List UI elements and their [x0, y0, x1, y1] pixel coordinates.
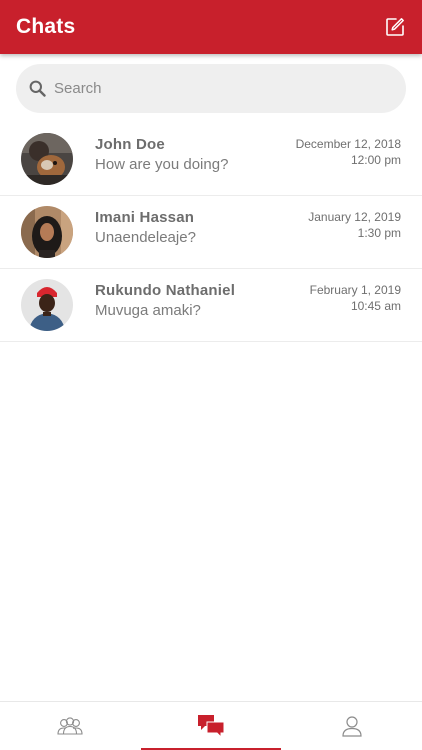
chat-list: John Doe How are you doing? December 12,… — [0, 123, 422, 342]
compose-button[interactable] — [384, 16, 406, 38]
chat-date: December 12, 2018 — [295, 137, 401, 151]
chat-list-item[interactable]: Imani Hassan Unaendeleaje? January 12, 2… — [0, 196, 422, 269]
profile-icon — [342, 716, 362, 737]
chat-list-item[interactable]: Rukundo Nathaniel Muvuga amaki? February… — [0, 269, 422, 342]
page-title: Chats — [16, 15, 76, 38]
tab-chats[interactable] — [140, 702, 282, 750]
tab-profile[interactable] — [281, 702, 422, 750]
avatar — [21, 279, 73, 331]
search-field-container[interactable] — [16, 64, 406, 113]
avatar — [21, 206, 73, 258]
contacts-icon — [57, 717, 83, 735]
search-icon — [28, 80, 46, 98]
chat-preview: Unaendeleaje? — [95, 229, 196, 246]
chat-name: John Doe — [95, 136, 165, 153]
search-bar — [16, 64, 406, 113]
chat-time: 1:30 pm — [357, 226, 401, 240]
chats-icon — [198, 715, 225, 739]
chat-name: Rukundo Nathaniel — [95, 282, 236, 299]
avatar — [21, 133, 73, 185]
chat-name: Imani Hassan — [95, 209, 195, 226]
chat-time: 10:45 am — [350, 299, 401, 313]
chat-list-item[interactable]: John Doe How are you doing? December 12,… — [0, 123, 422, 196]
chat-date: January 12, 2019 — [308, 210, 401, 224]
app-header: Chats — [0, 0, 422, 54]
chat-preview: Muvuga amaki? — [95, 302, 201, 319]
tab-bar — [0, 701, 422, 750]
tab-contacts[interactable] — [0, 702, 141, 750]
chat-time: 12:00 pm — [350, 153, 401, 167]
chat-date: February 1, 2019 — [309, 283, 401, 297]
compose-icon — [386, 18, 404, 36]
chat-preview: How are you doing? — [95, 156, 229, 173]
search-input[interactable] — [54, 80, 374, 97]
